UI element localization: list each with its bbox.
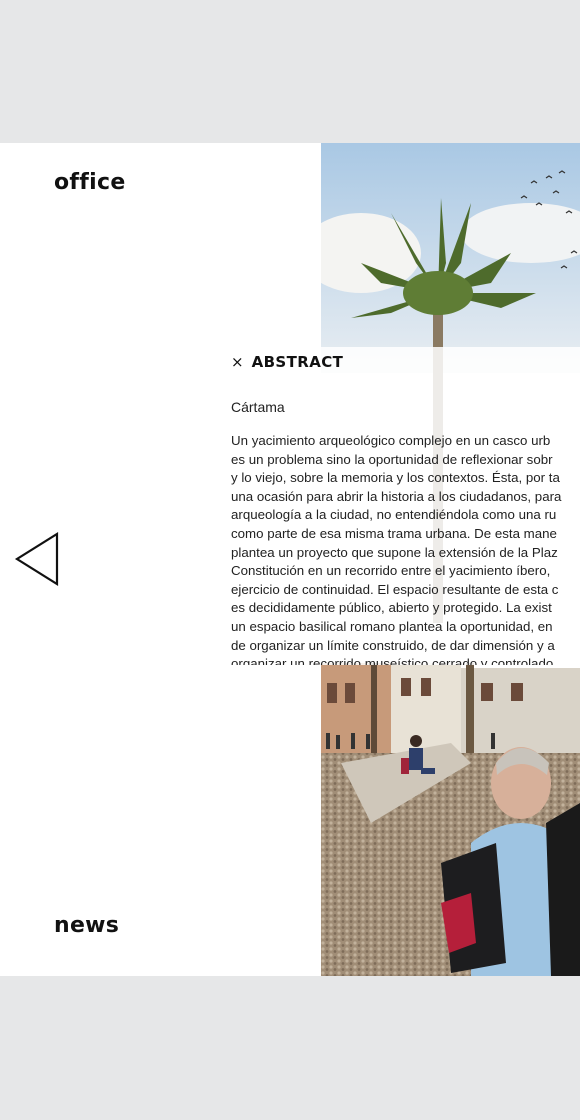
abstract-line: es un problema sino la oportunidad de re…: [231, 451, 553, 467]
triangle-left-icon[interactable]: [14, 531, 60, 587]
project-panel: office news × ABSTRACT Cártama Un yacimi…: [0, 143, 580, 976]
nav-office-link[interactable]: office: [54, 170, 126, 195]
nav-news-link[interactable]: news: [54, 913, 119, 938]
abstract-line: plantea un proyecto que supone la extens…: [231, 544, 558, 560]
abstract-line: es decididamente público, abierto y prot…: [231, 600, 552, 616]
abstract-line: ejercicio de continuidad. El espacio res…: [231, 581, 559, 597]
abstract-line: de organizar un límite construido, de da…: [231, 637, 555, 653]
abstract-line: Un yacimiento arqueológico complejo en u…: [231, 433, 551, 448]
abstract-title: ABSTRACT: [251, 353, 344, 371]
top-margin: [0, 0, 580, 143]
abstract-location: Cártama: [231, 399, 285, 415]
abstract-line: organizar un recorrido museístico cerrad…: [231, 656, 554, 665]
abstract-line: un espacio basilical romano plantea la o…: [231, 618, 553, 634]
abstract-line: como parte de esa misma trama urbana. De…: [231, 525, 557, 541]
abstract-line: Constitución en un recorrido entre el ya…: [231, 563, 551, 579]
abstract-line: y lo viejo, sobre la memoria y los conte…: [231, 470, 560, 486]
abstract-text: Un yacimiento arqueológico complejo en u…: [231, 432, 580, 665]
abstract-line: una ocasión para abrir la historia a los…: [231, 488, 562, 504]
close-icon[interactable]: ×: [231, 353, 244, 371]
abstract-line: arqueología a la ciudad, no entendiéndol…: [231, 507, 557, 523]
abstract-panel: × ABSTRACT Cártama Un yacimiento arqueol…: [222, 347, 580, 665]
bottom-margin: [0, 976, 580, 1120]
abstract-header: × ABSTRACT: [231, 353, 343, 371]
